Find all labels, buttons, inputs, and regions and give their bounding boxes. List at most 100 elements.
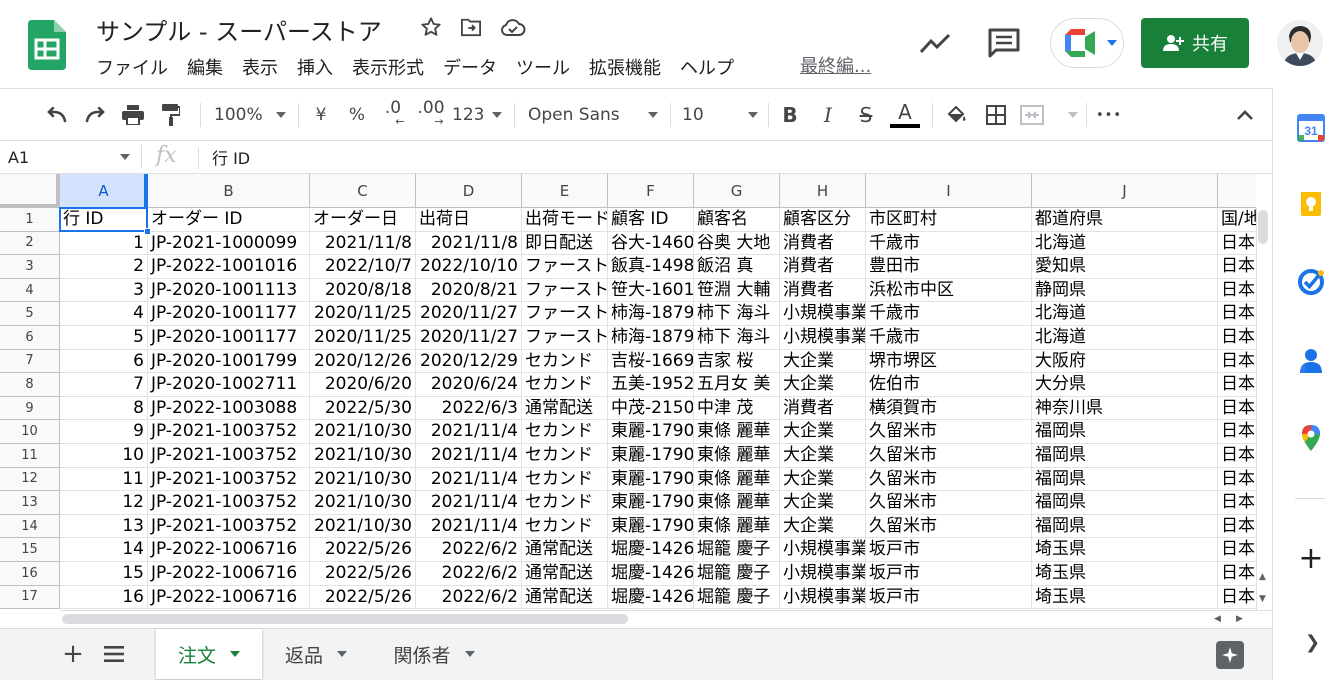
- table-cell[interactable]: 5: [60, 326, 148, 350]
- scroll-right-arrow-icon[interactable]: ▶: [1236, 614, 1243, 624]
- table-cell[interactable]: 柿海-18790: [608, 302, 694, 326]
- table-cell[interactable]: セカンド: [522, 491, 608, 515]
- row-header[interactable]: 1: [0, 208, 60, 232]
- table-cell[interactable]: ファースト: [522, 302, 608, 326]
- table-cell[interactable]: 日本: [1218, 302, 1256, 326]
- table-cell[interactable]: 東麗-17905: [608, 514, 694, 539]
- table-cell[interactable]: セカンド: [522, 349, 608, 374]
- table-cell[interactable]: JP-2021-1003752: [148, 514, 310, 539]
- table-cell[interactable]: 2022/5/26: [310, 585, 416, 610]
- table-cell[interactable]: 坂戸市: [866, 562, 1032, 586]
- zoom-select[interactable]: 100%: [210, 99, 290, 131]
- italic-button[interactable]: I: [814, 99, 842, 131]
- table-cell[interactable]: 谷大-14605: [608, 231, 694, 256]
- fill-color-button[interactable]: [942, 99, 970, 131]
- table-cell[interactable]: 小規模事業所: [780, 538, 866, 562]
- table-cell[interactable]: 日本: [1218, 255, 1256, 279]
- bold-button[interactable]: B: [776, 99, 804, 131]
- table-cell[interactable]: 2020/11/27: [416, 326, 522, 350]
- table-cell[interactable]: 14: [60, 538, 148, 562]
- table-cell[interactable]: 日本: [1218, 468, 1256, 492]
- table-cell[interactable]: 2022/6/2: [416, 585, 522, 610]
- table-cell[interactable]: 久留米市: [866, 444, 1032, 468]
- table-cell[interactable]: 2021/11/4: [416, 467, 522, 492]
- sheets-logo-icon[interactable]: [28, 20, 66, 70]
- table-cell[interactable]: 7: [60, 373, 148, 397]
- table-cell[interactable]: 中茂-21505: [608, 396, 694, 421]
- scroll-down-arrow-icon[interactable]: ▼: [1259, 594, 1266, 604]
- table-cell[interactable]: 神奈川県: [1032, 396, 1218, 421]
- table-cell[interactable]: 4: [60, 302, 148, 326]
- table-cell[interactable]: セカンド: [522, 373, 608, 397]
- add-sheet-button[interactable]: +: [60, 639, 86, 669]
- table-cell[interactable]: 北海道: [1032, 231, 1218, 256]
- row-header[interactable]: 15: [0, 538, 60, 562]
- fill-handle[interactable]: [144, 227, 151, 235]
- table-cell[interactable]: 豊田市: [866, 255, 1032, 279]
- column-header[interactable]: D: [416, 174, 522, 208]
- table-cell[interactable]: ファースト: [522, 255, 608, 279]
- header-cell[interactable]: 顧客 ID: [608, 208, 694, 232]
- print-button[interactable]: [118, 99, 148, 131]
- header-cell[interactable]: 顧客名: [694, 208, 780, 232]
- column-header[interactable]: I: [866, 174, 1032, 208]
- row-header[interactable]: 14: [0, 514, 60, 539]
- table-cell[interactable]: 北海道: [1032, 302, 1218, 326]
- column-header[interactable]: B: [148, 174, 310, 208]
- table-cell[interactable]: 愛知県: [1032, 255, 1218, 279]
- table-cell[interactable]: JP-2022-1006716: [148, 585, 310, 610]
- table-cell[interactable]: 2021/11/4: [416, 514, 522, 539]
- table-cell[interactable]: 日本: [1218, 420, 1256, 444]
- row-header[interactable]: 12: [0, 467, 60, 492]
- row-header[interactable]: 9: [0, 396, 60, 421]
- table-cell[interactable]: 東條 麗華: [694, 420, 780, 444]
- table-cell[interactable]: 日本: [1218, 326, 1256, 350]
- menu-view[interactable]: 表示: [242, 54, 278, 80]
- table-cell[interactable]: 笹大-16015: [608, 278, 694, 303]
- table-cell[interactable]: 五美-19525: [608, 373, 694, 397]
- table-cell[interactable]: 日本: [1218, 350, 1256, 374]
- header-cell[interactable]: 出荷モード: [522, 208, 608, 232]
- table-cell[interactable]: 柿海-18790: [608, 326, 694, 350]
- table-cell[interactable]: 東條 麗華: [694, 491, 780, 515]
- table-cell[interactable]: 2022/10/10: [416, 255, 522, 279]
- row-header[interactable]: 6: [0, 326, 60, 350]
- table-cell[interactable]: 堀慶-14260: [608, 562, 694, 586]
- table-cell[interactable]: 2021/11/8: [416, 231, 522, 256]
- row-header[interactable]: 2: [0, 231, 60, 256]
- table-cell[interactable]: 2020/12/29: [416, 349, 522, 374]
- table-cell[interactable]: 東條 麗華: [694, 444, 780, 468]
- table-cell[interactable]: 東條 麗華: [694, 467, 780, 492]
- table-cell[interactable]: 2020/8/21: [416, 278, 522, 303]
- strikethrough-button[interactable]: S: [852, 99, 880, 131]
- select-all-corner[interactable]: [0, 174, 60, 208]
- number-format-select[interactable]: 123: [452, 99, 502, 131]
- table-cell[interactable]: 11: [60, 467, 148, 492]
- all-sheets-menu-icon[interactable]: [104, 645, 124, 663]
- menu-edit[interactable]: 編集: [187, 54, 223, 80]
- table-cell[interactable]: 久留米市: [866, 491, 1032, 515]
- table-cell[interactable]: 東麗-17905: [608, 444, 694, 468]
- table-cell[interactable]: 日本: [1218, 444, 1256, 468]
- column-resize-handle[interactable]: [144, 174, 148, 208]
- column-header[interactable]: G: [694, 174, 780, 208]
- table-cell[interactable]: 2022/5/26: [310, 562, 416, 586]
- table-cell[interactable]: 16: [60, 585, 148, 610]
- table-cell[interactable]: 2021/11/8: [310, 231, 416, 256]
- activity-trend-icon[interactable]: [918, 28, 952, 58]
- table-cell[interactable]: 静岡県: [1032, 278, 1218, 303]
- header-cell[interactable]: 国/地域: [1218, 208, 1256, 232]
- table-cell[interactable]: 2022/10/7: [310, 255, 416, 279]
- table-cell[interactable]: 消費者: [780, 278, 866, 303]
- get-addons-plus-icon[interactable]: +: [1297, 544, 1325, 574]
- table-cell[interactable]: 中津 茂: [694, 396, 780, 421]
- table-cell[interactable]: JP-2020-1002711: [148, 373, 310, 397]
- table-cell[interactable]: 2020/8/18: [310, 278, 416, 303]
- table-cell[interactable]: 坂戸市: [866, 538, 1032, 562]
- table-cell[interactable]: 2021/11/4: [416, 420, 522, 444]
- table-cell[interactable]: 千歳市: [866, 302, 1032, 326]
- table-cell[interactable]: 佐伯市: [866, 373, 1032, 397]
- table-cell[interactable]: 大分県: [1032, 373, 1218, 397]
- row-header[interactable]: 16: [0, 562, 60, 586]
- table-cell[interactable]: 2020/12/26: [310, 349, 416, 374]
